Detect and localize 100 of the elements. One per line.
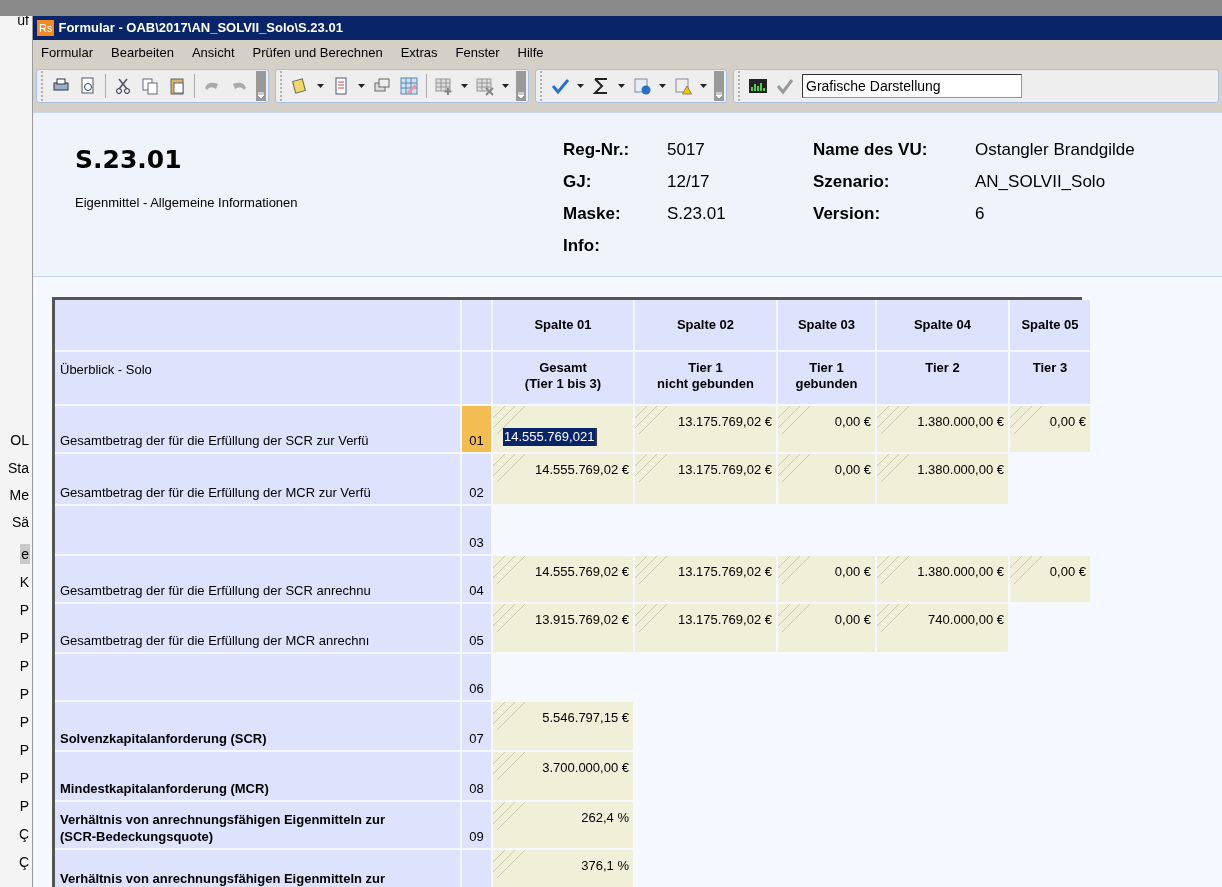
form-subtitle: Eigenmittel - Allgemeine Informationen: [75, 193, 299, 212]
toolbar-grip-icon[interactable]: [737, 69, 741, 103]
hatching-icon: [493, 752, 527, 782]
cell-value: 13.175.769,02 €: [678, 564, 772, 580]
menu-item[interactable]: Hilfe: [515, 43, 546, 63]
field-label: Info:: [563, 235, 601, 257]
value-cell[interactable]: 0,00 €: [778, 454, 875, 504]
menu-item[interactable]: Bearbeiten: [109, 43, 176, 63]
hatching-icon: [493, 454, 527, 484]
cell-value: 0,00 €: [834, 462, 871, 478]
cell-value: 0,00 €: [1049, 564, 1086, 580]
background-window-text: e: [20, 544, 30, 564]
cell-value: 0,00 €: [834, 414, 871, 430]
field-value: Ostangler Brandgilde: [975, 139, 1135, 161]
menu-item[interactable]: Formular: [39, 43, 95, 63]
value-cell[interactable]: 0,00 €: [1010, 556, 1090, 602]
value-cell[interactable]: 0,00 €: [778, 604, 875, 652]
field-value: AN_SOLVII_Solo: [975, 171, 1107, 193]
value-cell[interactable]: 376,1 %: [493, 850, 633, 887]
value-cell[interactable]: 14.555.769,02 €: [493, 454, 633, 504]
hatching-icon: [635, 556, 669, 586]
caret-icon[interactable]: [577, 84, 584, 88]
row-number: 03: [462, 506, 491, 554]
menu-item[interactable]: Prüfen und Berechnen: [250, 43, 385, 63]
row-label: Gesamtbetrag der für die Erfüllung der SCR anrechnu: [55, 556, 460, 602]
column-code: Spalte 05: [1010, 300, 1090, 350]
value-cell[interactable]: 0,00 €: [1010, 406, 1090, 452]
value-cell[interactable]: 740.000,00 €: [877, 604, 1008, 652]
grid-edit-icon[interactable]: [399, 76, 419, 96]
cut-icon[interactable]: [113, 76, 133, 96]
column-code: Spalte 04: [877, 300, 1008, 350]
menu-item[interactable]: Ansicht: [189, 43, 237, 63]
caret-icon[interactable]: [700, 84, 707, 88]
cell-value: 14.555.769,02 €: [535, 462, 629, 478]
checkmark-icon[interactable]: [550, 76, 570, 96]
row-number: 02: [462, 454, 491, 504]
background-window-text: P: [18, 797, 30, 816]
caret-icon[interactable]: [358, 84, 365, 88]
value-cell[interactable]: 1.380.000,00 €: [877, 406, 1008, 452]
value-cell[interactable]: 13.175.769,02 €: [635, 454, 776, 504]
value-cell[interactable]: 13.175.769,02 €: [635, 604, 776, 652]
view-select-field[interactable]: Grafische Darstellung: [802, 74, 1022, 98]
value-cell[interactable]: 0,00 €: [778, 556, 875, 602]
value-cell[interactable]: 1.380.000,00 €: [877, 556, 1008, 602]
paste-icon[interactable]: [167, 76, 187, 96]
column-label: Tier 3: [1010, 352, 1090, 404]
cell-value: 262,4 %: [581, 810, 629, 826]
grid-delete-icon[interactable]: [475, 76, 495, 96]
background-window-text: P: [18, 629, 30, 648]
value-cell[interactable]: 13.175.769,02 €: [635, 556, 776, 602]
overflow-icon[interactable]: [256, 71, 266, 101]
column-label: Tier 1 gebunden: [778, 352, 875, 404]
value-cell[interactable]: 1.380.000,00 €: [877, 454, 1008, 504]
chart-icon[interactable]: [748, 76, 768, 96]
value-cell[interactable]: 13.175.769,02 €: [635, 406, 776, 452]
menu-item[interactable]: Extras: [398, 43, 440, 63]
row-number: 06: [462, 654, 491, 700]
caret-icon[interactable]: [317, 84, 324, 88]
cell-value: 1.380.000,00 €: [917, 414, 1004, 430]
menu-item[interactable]: Fenster: [453, 43, 502, 63]
header-cell: [462, 352, 491, 404]
value-cell[interactable]: 14.555.769,021: [493, 406, 633, 452]
window-title: Formular - OAB\2017\AN_SOLVII_Solo\S.23.01: [58, 19, 343, 38]
value-cell[interactable]: 13.915.769,02 €: [493, 604, 633, 652]
background-window-text: P: [18, 741, 30, 760]
toolbar-grip-icon[interactable]: [40, 69, 44, 103]
caret-icon[interactable]: [618, 84, 625, 88]
document-warning-icon[interactable]: [673, 76, 693, 96]
grid-add-icon[interactable]: [434, 76, 454, 96]
value-cell[interactable]: 262,4 %: [493, 802, 633, 848]
cell-input-value[interactable]: 14.555.769,021: [503, 428, 598, 446]
hatching-icon: [778, 454, 812, 484]
hatching-icon: [778, 556, 812, 586]
column-label: Tier 2: [877, 352, 1008, 404]
hatching-icon: [1010, 556, 1044, 586]
background-window-text: Ç: [17, 825, 30, 844]
value-cell[interactable]: 5.546.797,15 €: [493, 702, 633, 750]
background-window-text: P: [18, 769, 30, 788]
caret-icon[interactable]: [461, 84, 468, 88]
hatching-icon: [493, 802, 527, 832]
checkmark-icon[interactable]: [775, 76, 795, 96]
hatching-icon: [493, 556, 527, 586]
row-number: 05: [462, 604, 491, 652]
toolbar-grip-icon[interactable]: [539, 69, 543, 103]
background-window-text: P: [18, 713, 30, 732]
copy-icon[interactable]: [140, 76, 160, 96]
overflow-icon[interactable]: [714, 71, 724, 101]
field-label: Version:: [813, 203, 882, 225]
value-cell[interactable]: 14.555.769,02 €: [493, 556, 633, 602]
document-info-icon[interactable]: [632, 76, 652, 96]
overflow-icon[interactable]: [516, 71, 526, 101]
value-cell[interactable]: 0,00 €: [778, 406, 875, 452]
caret-icon[interactable]: [502, 84, 509, 88]
cell-value: 13.915.769,02 €: [535, 612, 629, 628]
toolbar-grip-icon[interactable]: [279, 69, 283, 103]
field-label: Maske:: [563, 203, 622, 225]
value-cell[interactable]: 3.700.000,00 €: [493, 752, 633, 800]
background-window-text: Sta: [7, 459, 30, 478]
hatching-icon: [877, 406, 911, 436]
caret-icon[interactable]: [659, 84, 666, 88]
